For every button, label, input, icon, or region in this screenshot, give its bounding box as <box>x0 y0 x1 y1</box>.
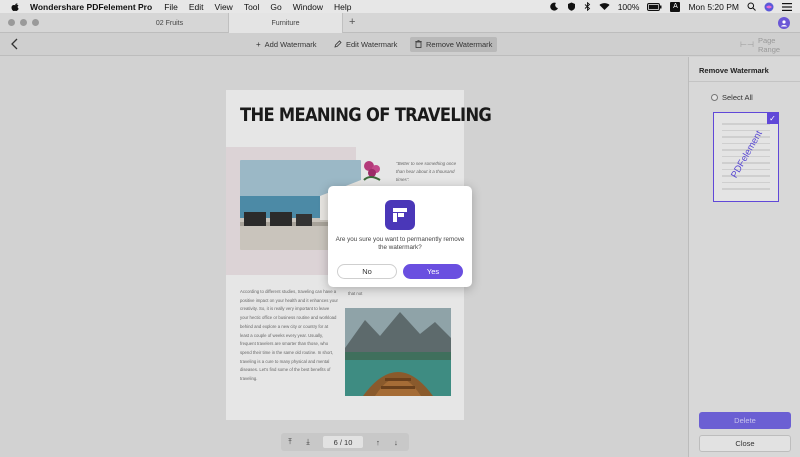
add-watermark-button[interactable]: + Add Watermark <box>251 37 322 52</box>
pencil-icon <box>334 39 342 50</box>
new-tab-plus-icon[interactable]: + <box>349 16 355 28</box>
body-paragraph: According to different studies, travelin… <box>240 289 338 382</box>
close-window-button[interactable] <box>8 19 15 26</box>
close-button[interactable]: Close <box>699 435 791 452</box>
checkmark-icon[interactable]: ✓ <box>767 113 778 124</box>
remove-watermark-button[interactable]: Remove Watermark <box>410 37 498 52</box>
yes-button[interactable]: Yes <box>403 264 463 279</box>
watermark-thumbnail[interactable]: PDFelement ✓ <box>713 112 779 202</box>
lake-boat-image <box>345 308 451 396</box>
menu-bar: Wondershare PDFelement Pro File Edit Vie… <box>0 0 800 13</box>
page-range-button[interactable]: ⊢⊣ Page Range <box>735 36 800 54</box>
tab-bar: 02 Fruits Furniture + <box>0 13 800 33</box>
delete-button[interactable]: Delete <box>699 412 791 429</box>
page-range-icon: ⊢⊣ <box>740 40 754 49</box>
dialog-message: Are you sure you want to permanently rem… <box>335 236 465 251</box>
minimize-window-button[interactable] <box>20 19 27 26</box>
vpn-icon[interactable] <box>567 2 576 11</box>
app-name[interactable]: Wondershare PDFelement Pro <box>30 2 152 12</box>
menu-edit[interactable]: Edit <box>189 2 204 12</box>
next-page-icon[interactable]: ↓ <box>387 438 405 447</box>
first-page-icon[interactable]: ⤒ <box>281 437 299 447</box>
input-source[interactable]: A <box>670 1 681 12</box>
no-button[interactable]: No <box>337 264 397 279</box>
remove-watermark-panel: Remove Watermark Select All PDFelement ✓… <box>688 57 800 457</box>
siri-icon[interactable] <box>764 2 774 12</box>
edit-watermark-button[interactable]: Edit Watermark <box>329 37 402 52</box>
back-chevron-icon[interactable] <box>10 38 20 50</box>
page-navigation: ⤒ ⤓ 6 / 10 ↑ ↓ <box>281 433 409 451</box>
battery-percent: 100% <box>617 1 640 12</box>
wifi-icon[interactable] <box>599 2 610 11</box>
window-controls <box>8 19 44 26</box>
menu-view[interactable]: View <box>215 2 233 12</box>
zoom-window-button[interactable] <box>32 19 39 26</box>
select-all-radio[interactable]: Select All <box>711 93 753 102</box>
previous-page-icon[interactable]: ↑ <box>369 438 387 447</box>
menu-file[interactable]: File <box>164 2 178 12</box>
confirm-remove-dialog: Are you sure you want to permanently rem… <box>328 186 472 287</box>
watermark-toolbar: + Add Watermark Edit Watermark Remove Wat… <box>0 33 800 56</box>
tab-furniture[interactable]: Furniture <box>228 13 343 33</box>
search-icon[interactable] <box>747 2 756 11</box>
menu-tool[interactable]: Tool <box>244 2 260 12</box>
account-avatar-icon[interactable] <box>778 17 790 29</box>
radio-circle-icon[interactable] <box>711 94 718 101</box>
panel-divider <box>689 81 800 82</box>
flower-image <box>360 158 386 184</box>
menu-help[interactable]: Help <box>334 2 351 12</box>
bluetooth-icon[interactable] <box>584 2 591 11</box>
last-page-icon[interactable]: ⤓ <box>299 437 317 447</box>
plus-icon: + <box>256 40 261 49</box>
tab-02-fruits[interactable]: 02 Fruits <box>112 13 227 33</box>
document-title: THE MEANING OF TRAVELING <box>240 104 492 126</box>
body-fragment: that not <box>348 291 363 296</box>
menu-window[interactable]: Window <box>293 2 323 12</box>
moon-icon[interactable] <box>549 2 559 11</box>
battery-icon[interactable] <box>647 2 662 11</box>
pdfelement-logo-icon <box>385 200 415 230</box>
panel-title: Remove Watermark <box>699 66 769 75</box>
clock[interactable]: Mon 5:20 PM <box>688 2 739 12</box>
page-number-field[interactable]: 6 / 10 <box>323 436 363 448</box>
menu-go[interactable]: Go <box>270 2 281 12</box>
trash-icon <box>415 39 422 50</box>
apple-icon[interactable] <box>10 2 20 12</box>
control-center-icon[interactable] <box>782 2 792 11</box>
pull-quote: "Better to see something once than hear … <box>396 161 457 182</box>
